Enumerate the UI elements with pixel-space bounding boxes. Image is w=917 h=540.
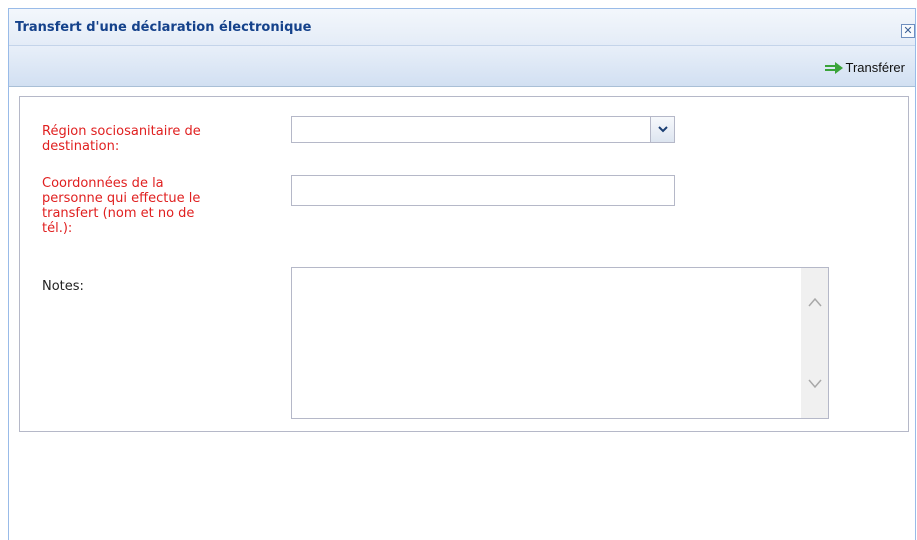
arrow-right-icon <box>824 61 843 74</box>
transfer-button[interactable]: Transférer <box>824 60 905 75</box>
notes-field <box>291 267 829 419</box>
notes-textarea[interactable] <box>292 268 800 418</box>
transfer-dialog: Transfert d'une déclaration électronique… <box>8 8 916 540</box>
region-select[interactable] <box>291 116 675 143</box>
contact-label: Coordonnées de la personne qui effectue … <box>42 176 201 236</box>
transfer-form: Région sociosanitaire de destination: Co… <box>19 96 909 432</box>
dialog-titlebar: Transfert d'une déclaration électronique… <box>9 9 915 46</box>
region-label: Région sociosanitaire de destination: <box>42 124 201 154</box>
region-select-value <box>292 117 650 142</box>
transfer-button-label: Transférer <box>845 60 905 75</box>
notes-scrollbar[interactable] <box>801 268 828 418</box>
contact-input[interactable] <box>291 175 675 206</box>
notes-label: Notes: <box>42 279 84 294</box>
chevron-up-icon[interactable] <box>807 296 823 308</box>
dialog-title: Transfert d'une déclaration électronique <box>15 20 312 35</box>
dialog-toolbar: Transférer <box>9 46 915 87</box>
chevron-down-icon[interactable] <box>807 378 823 390</box>
close-button[interactable]: ✕ <box>901 24 915 38</box>
chevron-down-icon[interactable] <box>650 117 674 142</box>
